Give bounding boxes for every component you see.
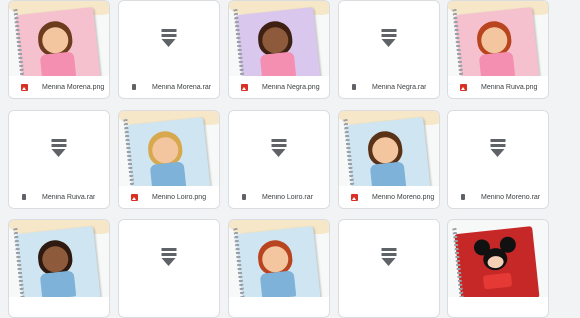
file-thumbnail <box>339 1 439 78</box>
file-card[interactable]: Menino Loiro.rar <box>228 110 330 209</box>
image-file-icon <box>16 79 32 95</box>
file-card[interactable]: Menina Ruiva.rar <box>8 110 110 209</box>
file-name: Menino Moreno.png <box>372 193 435 201</box>
character-body <box>39 51 77 78</box>
file-thumbnail <box>448 111 548 188</box>
notebook-cover <box>15 7 101 78</box>
file-grid: Menina Morena.png Menina Morena.rar Meni… <box>0 0 580 318</box>
archive-file-icon <box>346 79 362 95</box>
file-card[interactable] <box>228 219 330 318</box>
archive-stack-icon <box>161 248 177 268</box>
file-thumbnail <box>448 1 548 78</box>
file-name: Menina Negra.rar <box>372 83 427 91</box>
file-name: Menino Loiro.rar <box>262 193 313 201</box>
file-thumbnail <box>9 220 109 297</box>
notebook-cover <box>345 117 431 188</box>
archive-stack-icon <box>161 29 177 49</box>
character-body <box>478 51 516 78</box>
file-thumbnail <box>448 220 548 297</box>
file-thumbnail <box>9 111 109 188</box>
file-name: Menina Ruiva.rar <box>42 193 96 201</box>
archive-file-icon <box>455 189 471 205</box>
file-label-row: Menina Ruiva.rar <box>9 186 109 208</box>
file-thumbnail <box>119 111 219 188</box>
archive-file-icon <box>236 189 252 205</box>
file-card[interactable]: Menina Morena.rar <box>118 0 220 99</box>
image-file-icon <box>236 79 252 95</box>
archive-file-icon <box>16 189 32 205</box>
image-file-icon <box>346 189 362 205</box>
character-body <box>259 270 297 297</box>
file-card[interactable]: Menino Moreno.png <box>338 110 440 209</box>
file-name: Menino Loiro.png <box>152 193 207 201</box>
file-name: Menina Morena.png <box>42 83 105 91</box>
character-body <box>259 51 297 78</box>
archive-stack-icon <box>381 29 397 49</box>
file-thumbnail <box>339 111 439 188</box>
file-card[interactable]: Menina Negra.rar <box>338 0 440 99</box>
file-label-row: Menino Moreno.png <box>339 186 439 208</box>
file-card[interactable]: Menino Moreno.rar <box>447 110 549 209</box>
file-thumbnail <box>119 220 219 297</box>
file-card[interactable] <box>118 219 220 318</box>
file-card[interactable]: Menina Morena.png <box>8 0 110 99</box>
archive-stack-icon <box>490 139 506 159</box>
archive-stack-icon <box>381 248 397 268</box>
file-label-row: Menina Morena.png <box>9 76 109 98</box>
file-thumbnail <box>339 220 439 297</box>
file-thumbnail <box>119 1 219 78</box>
file-label-row: Menino Loiro.rar <box>229 186 329 208</box>
notebook-cover <box>454 7 540 78</box>
file-thumbnail <box>9 1 109 78</box>
file-label-row: Menina Morena.rar <box>119 76 219 98</box>
file-thumbnail <box>229 111 329 188</box>
file-name: Menina Ruiva.png <box>481 83 538 91</box>
image-file-icon <box>126 189 142 205</box>
file-card[interactable]: Menino Loiro.png <box>118 110 220 209</box>
character-body <box>369 161 407 188</box>
file-thumbnail <box>229 220 329 297</box>
notebook-cover <box>235 226 321 297</box>
character-body <box>149 161 187 188</box>
file-card[interactable] <box>447 219 549 318</box>
file-name: Menina Negra.png <box>262 83 320 91</box>
file-label-row: Menina Ruiva.png <box>448 76 548 98</box>
image-file-icon <box>455 79 471 95</box>
file-label-row: Menina Negra.rar <box>339 76 439 98</box>
notebook-cover <box>235 7 321 78</box>
mickey-shorts <box>482 272 513 290</box>
character-body <box>39 270 77 297</box>
file-card[interactable]: Menina Ruiva.png <box>447 0 549 99</box>
notebook-cover <box>15 226 101 297</box>
file-name: Menino Moreno.rar <box>481 193 541 201</box>
file-card[interactable]: Menina Negra.png <box>228 0 330 99</box>
file-card[interactable] <box>8 219 110 318</box>
notebook-cover <box>125 117 211 188</box>
file-name: Menina Morena.rar <box>152 83 212 91</box>
file-thumbnail <box>229 1 329 78</box>
archive-stack-icon <box>51 139 67 159</box>
archive-stack-icon <box>271 139 287 159</box>
file-label-row: Menino Loiro.png <box>119 186 219 208</box>
file-label-row: Menina Negra.png <box>229 76 329 98</box>
file-card[interactable] <box>338 219 440 318</box>
archive-file-icon <box>126 79 142 95</box>
file-label-row: Menino Moreno.rar <box>448 186 548 208</box>
notebook-cover <box>454 226 540 297</box>
